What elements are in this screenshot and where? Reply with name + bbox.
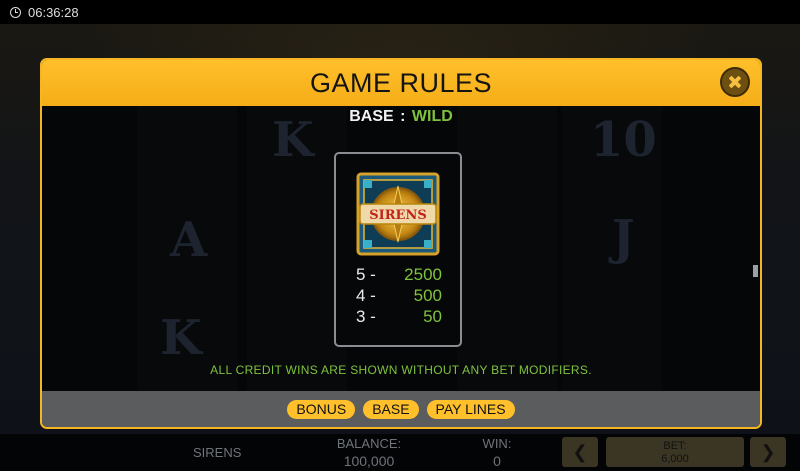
bet-modifier-note: ALL CREDIT WINS ARE SHOWN WITHOUT ANY BE… <box>210 363 592 377</box>
balance-value: 100,000 <box>343 453 395 469</box>
heading-symbol-name: WILD <box>411 108 453 125</box>
heading-separator: : <box>400 108 406 125</box>
tab-base[interactable]: BASE <box>363 399 419 419</box>
chevron-left-icon[interactable]: ❮ <box>562 437 598 467</box>
paytable-row: 5 - 2500 <box>356 264 442 285</box>
heading-section: BASE <box>349 108 394 125</box>
reel-symbol: A <box>170 212 208 268</box>
reel-column <box>457 106 557 396</box>
status-bar: 06:36:28 <box>0 0 800 24</box>
bet-value: 6,000 <box>661 453 689 465</box>
paytable-row: 4 - 500 <box>356 285 442 306</box>
win-value: 0 <box>493 453 501 469</box>
rules-tab-bar: BONUS BASE PAY LINES <box>42 391 760 427</box>
clock-time: 06:36:28 <box>28 4 79 20</box>
modal-title: GAME RULES <box>309 68 493 98</box>
paytable: 5 - 2500 4 - 500 3 - 50 <box>356 264 442 327</box>
reel-symbol: K <box>160 310 202 366</box>
game-name: SIRENS <box>193 445 242 460</box>
reel-symbol: J <box>612 210 635 266</box>
clock-icon <box>10 6 21 18</box>
match-count: 4 - <box>356 286 376 305</box>
game-bar: SIRENS BALANCE: 100,000 WIN: 0 ❮ BET: 6,… <box>0 434 800 471</box>
chevron-right-icon[interactable]: ❯ <box>750 437 786 467</box>
tab-pay-lines[interactable]: PAY LINES <box>426 399 515 419</box>
rules-heading: BASE : WILD <box>42 108 760 126</box>
tab-bonus[interactable]: BONUS <box>287 399 356 419</box>
win-label: WIN: <box>482 436 512 451</box>
payout-amount: 500 <box>413 286 442 305</box>
wild-symbol-icon: SIRENS <box>356 172 440 256</box>
payout-amount: 2500 <box>404 265 442 284</box>
balance-label: BALANCE: <box>336 436 402 451</box>
payout-amount: 50 <box>423 307 442 326</box>
close-icon[interactable] <box>720 67 750 97</box>
bet-label: BET: <box>663 440 687 452</box>
bet-display: BET: 6,000 <box>606 437 744 467</box>
game-rules-modal: K A K 10 J GAME RULES BASE : WILD SIRENS… <box>40 58 762 429</box>
wild-symbol-card: SIRENS 5 - 2500 4 - 500 3 - 50 <box>334 152 462 347</box>
match-count: 5 - <box>356 265 376 284</box>
match-count: 3 - <box>356 307 376 326</box>
scrollbar[interactable] <box>753 265 758 277</box>
paytable-row: 3 - 50 <box>356 306 442 327</box>
wild-logo-text: SIRENS <box>369 208 426 223</box>
